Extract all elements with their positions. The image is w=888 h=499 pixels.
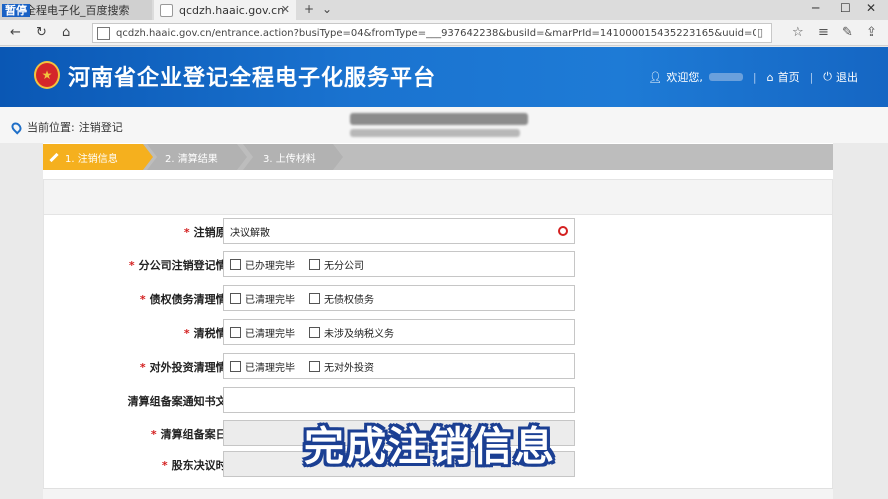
maximize-icon[interactable]: ☐ [840,1,851,15]
step-1-active[interactable]: 1. 注销信息 [43,144,153,170]
clear-icon[interactable] [558,226,568,236]
row-reason: * 注销原因: 决议解散 [44,218,834,244]
share-icon[interactable]: ⇪ [866,25,877,40]
address-bar[interactable]: qcdzh.haaic.gov.cn/entrance.action?busiT… [92,23,772,43]
branch-options: 已办理完毕 无分公司 [223,251,575,277]
tax-cleared-checkbox[interactable]: 已清理完毕 [230,325,295,340]
company-id-blurred [350,129,520,137]
tax-options: 已清理完毕 未涉及纳税义务 [223,319,575,345]
divider: | [809,70,814,84]
location-value: 注销登记 [78,121,123,134]
user-name-blurred [708,73,743,81]
reading-view-icon[interactable]: ▯ [757,26,763,39]
page-favicon-icon [160,3,173,17]
video-caption: 完成注销信息 [304,424,556,470]
tab-label: 全程电子化_百度搜索 [25,4,130,17]
notice-no-input[interactable] [223,387,575,413]
step-3[interactable]: 3. 上传材料 [243,144,343,170]
browser-nav-bar: ← ↻ ⌂ qcdzh.haaic.gov.cn/entrance.action… [0,20,888,46]
user-icon: 👤︎ [648,70,663,84]
step-label: 2. 清算结果 [165,153,218,165]
welcome-text: 欢迎您, [666,71,703,84]
tab-label: qcdzh.haaic.gov.cn [179,3,285,17]
back-arrow-icon[interactable]: ← [10,25,21,40]
no-tax-checkbox[interactable]: 未涉及纳税义务 [309,325,394,340]
refresh-icon[interactable]: ↻ [36,25,47,40]
row-invest: * 对外投资清理情况: 已清理完毕 无对外投资 [44,353,834,379]
row-notice-no: 清算组备案通知书文号: [44,387,834,413]
no-branch-checkbox[interactable]: 无分公司 [309,257,364,272]
no-invest-checkbox[interactable]: 无对外投资 [309,359,374,374]
note-pen-icon[interactable]: ✎ [842,25,853,40]
step-progress: 1. 注销信息 2. 清算结果 3. 上传材料 [43,144,833,170]
row-tax: * 清税情况: 已清理完毕 未涉及纳税义务 [44,319,834,345]
reason-select[interactable]: 决议解散 [223,218,575,244]
home-link[interactable]: 首页 [778,69,800,85]
location-bar: 当前位置: 注销登记 [0,107,888,143]
debt-options: 已清理完毕 无债权债务 [223,285,575,311]
hub-icon[interactable]: ≡ [818,25,829,40]
header-links: 👤︎ 欢迎您, | ⌂ 首页 | ⏻ 退出 [648,69,858,85]
divider: | [752,70,757,84]
page-info-icon[interactable] [97,26,110,40]
location-prefix: 当前位置: [27,121,75,134]
location-pin-icon [9,119,24,135]
step-label: 1. 注销信息 [65,153,118,165]
window-close-icon[interactable]: ✕ [866,1,876,15]
home-icon[interactable]: ⌂ [62,25,70,40]
breadcrumb: 当前位置: 注销登记 [9,119,123,135]
corner-overlay-tag: 暂停 [2,4,30,17]
browser-tab-strip: 全程电子化_百度搜索 qcdzh.haaic.gov.cn ✕ + ⌄ ─ ☐ … [0,0,888,20]
step-2[interactable]: 2. 清算结果 [147,144,247,170]
close-tab-icon[interactable]: ✕ [281,3,290,16]
new-tab-icon[interactable]: + [304,2,314,16]
home-link-icon[interactable]: ⌂ [767,71,774,84]
company-name-blurred [350,113,528,125]
reason-value: 决议解散 [230,227,270,239]
no-debt-checkbox[interactable]: 无债权债务 [309,291,374,306]
national-emblem-icon: ★ [34,61,60,89]
form-header [43,179,833,215]
row-debt: * 债权债务清理情况: 已清理完毕 无债权债务 [44,285,834,311]
power-icon[interactable]: ⏻ [823,70,832,84]
row-branch: * 分公司注销登记情况: 已办理完毕 无分公司 [44,251,834,277]
url-text[interactable]: qcdzh.haaic.gov.cn/entrance.action?busiT… [116,28,756,39]
pencil-icon [49,152,59,162]
branch-done-checkbox[interactable]: 已办理完毕 [230,257,295,272]
tab-qcdzh[interactable]: qcdzh.haaic.gov.cn ✕ [154,0,296,20]
logout-link[interactable]: 退出 [836,69,858,85]
star-favorite-icon[interactable]: ☆ [792,25,804,40]
invest-cleared-checkbox[interactable]: 已清理完毕 [230,359,295,374]
site-title: 河南省企业登记全程电子化服务平台 [68,66,437,91]
site-header: ★ 河南省企业登记全程电子化服务平台 👤︎ 欢迎您, | ⌂ 首页 | ⏻ 退出 [0,47,888,107]
debt-cleared-checkbox[interactable]: 已清理完毕 [230,291,295,306]
tab-list-chevron-icon[interactable]: ⌄ [322,2,332,16]
form-footer-strip [43,488,833,499]
step-label: 3. 上传材料 [263,153,316,165]
invest-options: 已清理完毕 无对外投资 [223,353,575,379]
minimize-icon[interactable]: ─ [812,1,819,15]
